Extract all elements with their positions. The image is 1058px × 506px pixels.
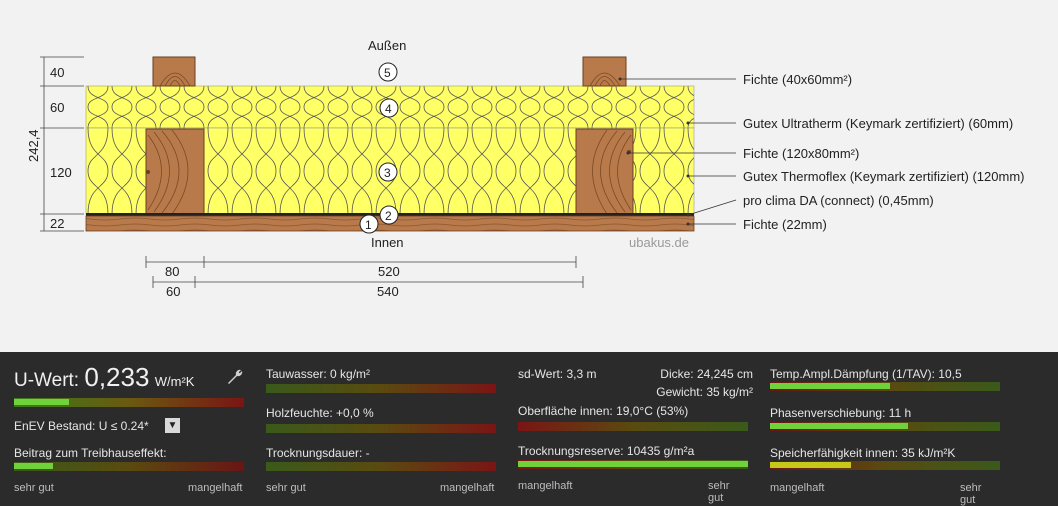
column-moisture: Tauwasser: 0 kg/m² Holzfeuchte: +0,0 % T… bbox=[252, 352, 496, 506]
treibhaus-bar bbox=[14, 462, 244, 471]
dim-540: 540 bbox=[377, 284, 399, 299]
scale-good: sehr gut bbox=[960, 482, 982, 506]
scale-bad: mangelhaft bbox=[518, 480, 573, 492]
batten-left bbox=[152, 56, 196, 87]
callout-batten: Fichte (40x60mm²) bbox=[743, 72, 852, 87]
trocknungsreserve-bar bbox=[518, 460, 748, 469]
uwert-value: 0,233 bbox=[84, 362, 150, 392]
dicke-label: Dicke: 24,245 cm bbox=[660, 367, 753, 381]
watermark: ubakus.de bbox=[629, 235, 689, 250]
dim-60-bottom: 60 bbox=[166, 284, 180, 299]
column-uwert: U-Wert: 0,233 W/m²K EnEV Bestand: U ≤ 0.… bbox=[0, 352, 244, 506]
cross-section-svg: 40 60 120 22 242,4 Außen Innen ubakus.de… bbox=[26, 38, 1025, 299]
scale-good: sehr gut bbox=[708, 480, 730, 504]
enev-label: EnEV Bestand: U ≤ 0.24* bbox=[14, 419, 149, 433]
scale-bad: mangelhaft bbox=[188, 482, 243, 494]
tauwasser-bar bbox=[266, 384, 496, 393]
dim-60: 60 bbox=[50, 100, 64, 115]
svg-text:3: 3 bbox=[384, 166, 391, 180]
speicher-label: Speicherfähigkeit innen: 35 kJ/m²K bbox=[770, 446, 956, 460]
sdwert-label: sd-Wert: 3,3 m bbox=[518, 367, 597, 381]
layer-number-4: 4 bbox=[379, 98, 399, 118]
callout-rafter: Fichte (120x80mm²) bbox=[743, 146, 859, 161]
wall-section-diagram: 40 60 120 22 242,4 Außen Innen ubakus.de… bbox=[0, 0, 1058, 352]
uwert-bar bbox=[14, 398, 244, 407]
svg-text:1: 1 bbox=[365, 218, 372, 232]
temp-amp-label: Temp.Ampl.Dämpfung (1/TAV): 10,5 bbox=[770, 367, 962, 381]
gewicht-label: Gewicht: 35 kg/m² bbox=[656, 385, 753, 399]
callout-inner-board: Fichte (22mm) bbox=[743, 217, 827, 232]
trocknungsreserve-label: Trocknungsreserve: 10435 g/m²a bbox=[518, 444, 695, 458]
rafter-right bbox=[575, 128, 634, 215]
scale-bad: mangelhaft bbox=[770, 482, 825, 494]
oberflaeche-bar bbox=[518, 422, 748, 431]
treibhaus-label: Beitrag zum Treibhauseffekt: bbox=[14, 446, 167, 460]
oberflaeche-label: Oberfläche innen: 19,0°C (53%) bbox=[518, 404, 689, 418]
dim-80: 80 bbox=[165, 264, 179, 279]
column-thermal: Temp.Ampl.Dämpfung (1/TAV): 10,5 Phasenv… bbox=[756, 352, 1000, 506]
dim-40: 40 bbox=[50, 65, 64, 80]
total-thickness: 242,4 bbox=[26, 129, 41, 162]
bottom-dimension-lines bbox=[145, 256, 584, 288]
uwert-display: U-Wert: 0,233 W/m²K bbox=[14, 362, 194, 393]
scale-good: sehr gut bbox=[14, 482, 54, 494]
wrench-icon[interactable] bbox=[226, 368, 244, 386]
holzfeuchte-label: Holzfeuchte: +0,0 % bbox=[266, 406, 374, 420]
outside-label: Außen bbox=[368, 38, 406, 53]
rafter-left bbox=[145, 128, 205, 215]
uwert-unit: W/m²K bbox=[154, 374, 195, 389]
callout-ultratherm: Gutex Ultratherm (Keymark zertifiziert) … bbox=[743, 116, 1013, 131]
temp-amp-bar bbox=[770, 382, 1000, 391]
dim-120: 120 bbox=[50, 165, 72, 180]
trocknungsdauer-label: Trocknungsdauer: - bbox=[266, 446, 370, 460]
layer-number-2: 2 bbox=[379, 205, 399, 225]
callout-thermoflex: Gutex Thermoflex (Keymark zertifiziert) … bbox=[743, 169, 1025, 184]
phasen-bar bbox=[770, 422, 1000, 431]
svg-text:4: 4 bbox=[385, 102, 392, 116]
left-dimension-scale bbox=[40, 56, 84, 232]
callout-membrane: pro clima DA (connect) (0,45mm) bbox=[743, 193, 934, 208]
results-panel: U-Wert: 0,233 W/m²K EnEV Bestand: U ≤ 0.… bbox=[0, 352, 1058, 506]
phasen-label: Phasenverschiebung: 11 h bbox=[770, 406, 912, 420]
speicher-bar bbox=[770, 461, 1000, 470]
scale-bad: mangelhaft bbox=[440, 482, 495, 494]
scale-good: sehr gut bbox=[266, 482, 306, 494]
column-diffusion: sd-Wert: 3,3 m Dicke: 24,245 cm Gewicht:… bbox=[504, 352, 753, 506]
layer-number-5: 5 bbox=[378, 62, 398, 82]
holzfeuchte-bar bbox=[266, 424, 496, 433]
layer-number-3: 3 bbox=[378, 162, 398, 182]
inside-label: Innen bbox=[371, 235, 404, 250]
uwert-label: U-Wert: bbox=[14, 370, 80, 391]
layer-number-1: 1 bbox=[359, 214, 379, 234]
svg-text:5: 5 bbox=[384, 66, 391, 80]
batten-right bbox=[582, 56, 627, 87]
dim-520: 520 bbox=[378, 264, 400, 279]
trocknungsdauer-bar bbox=[266, 462, 496, 471]
tauwasser-label: Tauwasser: 0 kg/m² bbox=[266, 367, 371, 381]
enev-dropdown-icon[interactable]: ▼ bbox=[165, 418, 180, 433]
svg-text:2: 2 bbox=[385, 209, 392, 223]
dim-22: 22 bbox=[50, 216, 64, 231]
